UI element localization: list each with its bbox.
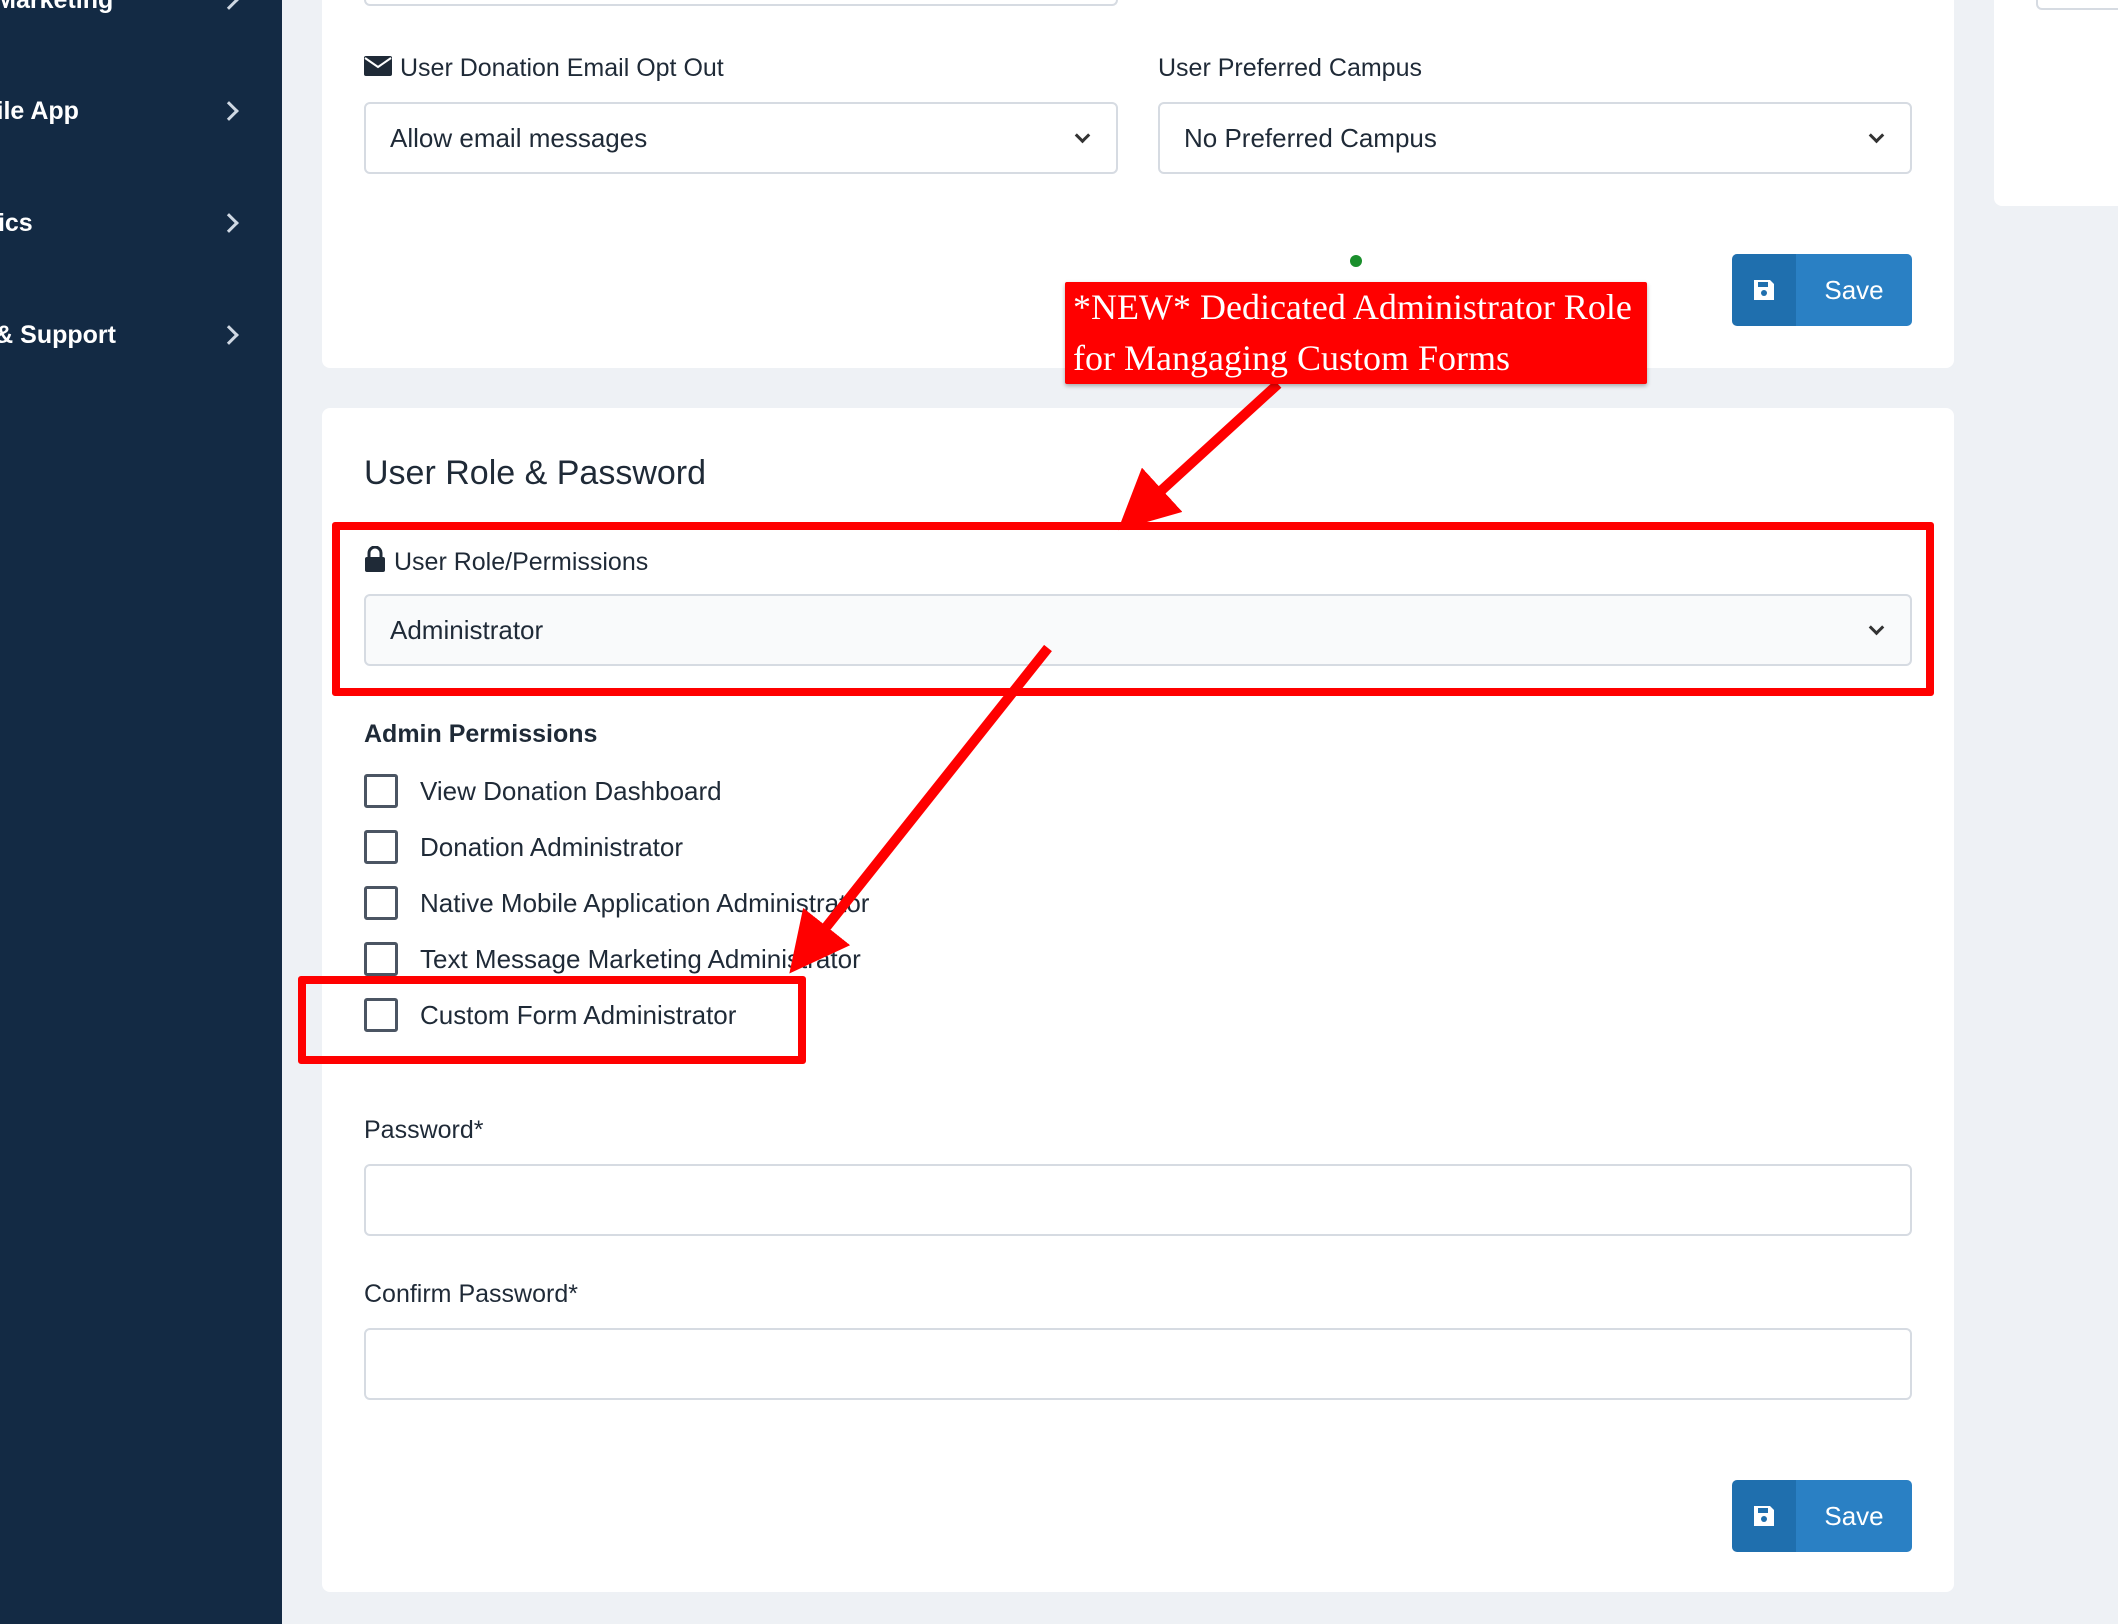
annotation-callout: *NEW* Dedicated Administrator Role for M… <box>1065 282 1647 384</box>
sidebar-item-mobile-app[interactable]: obile App <box>0 81 282 141</box>
password-input[interactable] <box>364 1164 1912 1236</box>
checkbox[interactable] <box>364 830 398 864</box>
permission-view-donation-dashboard[interactable]: View Donation Dashboard <box>364 771 722 811</box>
side-panel-card <box>1994 0 2118 206</box>
chevron-right-icon <box>219 101 239 121</box>
chevron-down-icon <box>1074 127 1091 143</box>
section-title-role-password: User Role & Password <box>364 454 707 492</box>
save-button-label: Save <box>1796 254 1912 326</box>
permission-label: Donation Administrator <box>420 831 684 862</box>
floppy-disk-icon <box>1732 254 1796 326</box>
permission-text-message-marketing-administrator[interactable]: Text Message Marketing Administrator <box>364 939 861 979</box>
preferred-campus-label: User Preferred Campus <box>1158 54 1422 82</box>
preferred-campus-select[interactable]: No Preferred Campus <box>1158 102 1912 174</box>
chevron-right-icon <box>219 325 239 345</box>
checkbox[interactable] <box>364 886 398 920</box>
envelope-icon <box>364 54 392 83</box>
email-opt-out-label: User Donation Email Opt Out <box>364 54 724 83</box>
admin-permissions-title: Admin Permissions <box>364 720 598 748</box>
email-opt-out-value: Allow email messages <box>390 122 648 153</box>
sidebar-item-help-support[interactable]: lp & Support <box>0 305 282 365</box>
sidebar: xt Marketing obile App etrics lp & Suppo… <box>0 0 282 1624</box>
password-label: Password* <box>364 1116 484 1144</box>
permission-label: Text Message Marketing Administrator <box>420 943 861 974</box>
sidebar-item-label: etrics <box>0 208 33 237</box>
checkbox[interactable] <box>364 942 398 976</box>
chevron-right-icon <box>219 0 239 10</box>
previous-field-edge <box>364 0 1118 6</box>
preferred-campus-value: No Preferred Campus <box>1184 122 1437 153</box>
sidebar-item-label: obile App <box>0 96 79 125</box>
sidebar-item-text-marketing[interactable]: xt Marketing <box>0 0 282 30</box>
annotation-line-2: for Mangaging Custom Forms <box>1073 338 1510 378</box>
highlight-role-select <box>332 522 1934 696</box>
chevron-down-icon <box>1868 127 1885 143</box>
permission-donation-administrator[interactable]: Donation Administrator <box>364 827 683 867</box>
profile-save-button[interactable]: Save <box>1732 254 1912 326</box>
sidebar-item-metrics[interactable]: etrics <box>0 193 282 253</box>
permission-label: Native Mobile Application Administrator <box>420 887 870 918</box>
password-save-button[interactable]: Save <box>1732 1480 1912 1552</box>
confirm-password-input[interactable] <box>364 1328 1912 1400</box>
confirm-password-label: Confirm Password* <box>364 1280 578 1308</box>
sidebar-item-label: xt Marketing <box>0 0 113 15</box>
sidebar-item-label: lp & Support <box>0 320 116 349</box>
status-dot <box>1350 255 1362 267</box>
email-opt-out-select[interactable]: Allow email messages <box>364 102 1118 174</box>
permission-native-mobile-app-administrator[interactable]: Native Mobile Application Administrator <box>364 883 869 923</box>
checkbox[interactable] <box>364 774 398 808</box>
highlight-custom-form-permission <box>298 976 806 1064</box>
save-button-label: Save <box>1796 1480 1912 1552</box>
permission-label: View Donation Dashboard <box>420 775 722 806</box>
annotation-line-1: *NEW* Dedicated Administrator Role <box>1073 287 1632 327</box>
chevron-right-icon <box>219 213 239 233</box>
side-panel-input-edge <box>2036 0 2118 10</box>
floppy-disk-icon <box>1732 1480 1796 1552</box>
